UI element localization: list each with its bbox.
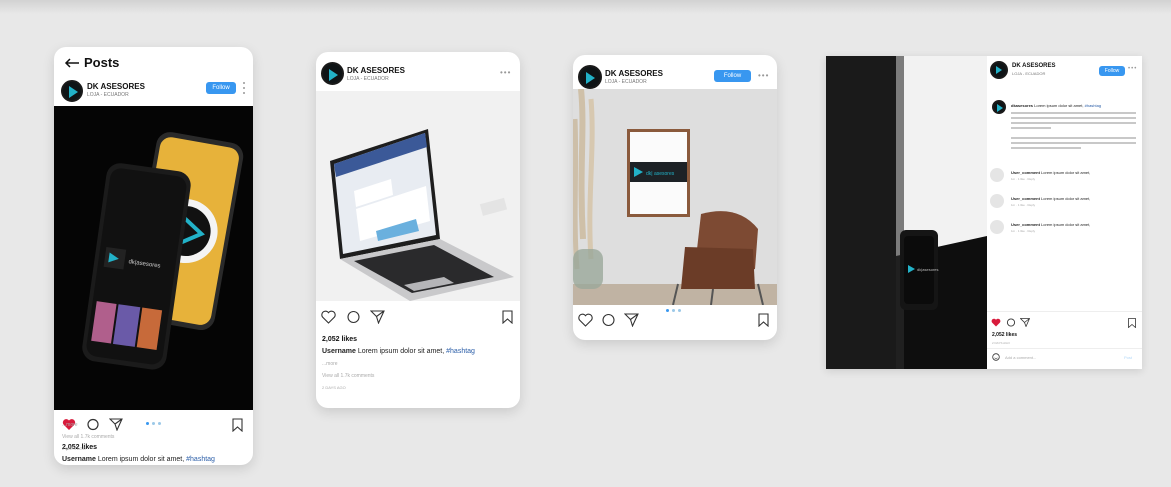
share-icon[interactable] bbox=[1020, 318, 1030, 327]
avatar[interactable] bbox=[61, 80, 83, 102]
svg-text:dk|asesores: dk|asesores bbox=[917, 267, 939, 272]
more-options-icon[interactable]: ••• bbox=[758, 71, 769, 80]
post-card-desktop: dk|asesores DK ASESORES LOJA - ECUADOR F… bbox=[826, 56, 1142, 369]
post-card-phone: Posts DK ASESORES LOJA - ECUADOR Follow … bbox=[54, 47, 253, 465]
view-comments-link[interactable]: View all 1.7k comments bbox=[322, 373, 374, 379]
comment-text: Lorem ipsum dolor sit amet, bbox=[1041, 170, 1091, 175]
share-icon[interactable] bbox=[624, 313, 639, 327]
post-card-frame: DK ASESORES LOJA - ECUADOR Follow ••• dk… bbox=[573, 55, 777, 340]
commenter-avatar[interactable] bbox=[990, 194, 1004, 208]
bookmark-icon[interactable] bbox=[232, 418, 243, 432]
likes-count[interactable]: 2,052 likes bbox=[992, 332, 1017, 338]
share-icon[interactable] bbox=[109, 418, 123, 431]
emoji-icon[interactable] bbox=[992, 353, 1000, 361]
heart-icon[interactable] bbox=[991, 318, 1001, 327]
avatar[interactable] bbox=[578, 65, 602, 89]
caption-line: dkasesores Lorem ipsum dolor sit amet, #… bbox=[1011, 103, 1101, 108]
comment-meta[interactable]: 1m · 1 like · Reply bbox=[1011, 177, 1035, 181]
account-name[interactable]: DK ASESORES bbox=[1012, 63, 1055, 69]
more-options-icon[interactable] bbox=[243, 82, 246, 96]
frame-logo-text: dk| asesores bbox=[646, 171, 675, 177]
caption-text: Lorem ipsum dolor sit amet, bbox=[1034, 103, 1084, 108]
comment-text: Lorem ipsum dolor sit amet, bbox=[1041, 196, 1091, 201]
carousel-indicator bbox=[666, 309, 681, 312]
post-card-laptop: DK ASESORES LOJA - ECUADOR ••• 2,052 lik… bbox=[316, 52, 520, 408]
post-comment-button[interactable]: Post bbox=[1124, 355, 1132, 360]
comment-meta[interactable]: 1m · 1 like · Reply bbox=[1011, 203, 1035, 207]
comment-icon[interactable] bbox=[1006, 318, 1016, 327]
caption-username[interactable]: Username bbox=[322, 348, 356, 355]
likes-count[interactable]: 2,052 likes bbox=[322, 336, 357, 343]
caption-body bbox=[1011, 112, 1136, 149]
post-image-phones: dk|asesores bbox=[54, 106, 253, 410]
post-caption: Username Lorem ipsum dolor sit amet, #ha… bbox=[62, 456, 215, 463]
comment-icon[interactable] bbox=[346, 310, 361, 324]
more-options-icon[interactable]: ••• bbox=[1128, 66, 1137, 72]
comment-icon[interactable] bbox=[601, 313, 616, 327]
post-image-laptop bbox=[316, 91, 520, 301]
heart-icon[interactable] bbox=[578, 313, 593, 327]
caption-text: Lorem ipsum dolor sit amet, bbox=[97, 456, 185, 463]
post-image-phone-dark: dk|asesores bbox=[826, 56, 987, 369]
follow-button[interactable]: Follow bbox=[206, 82, 236, 94]
caption-username[interactable]: dkasesores bbox=[1011, 103, 1033, 108]
share-icon[interactable] bbox=[370, 310, 385, 324]
account-name[interactable]: DK ASESORES bbox=[87, 82, 145, 91]
comment-username[interactable]: User_comment bbox=[1011, 222, 1040, 227]
avatar[interactable] bbox=[990, 61, 1008, 79]
caption-hashtag[interactable]: #hashtag bbox=[1085, 103, 1101, 108]
background-top bbox=[0, 0, 1171, 14]
caption-more-link[interactable]: ...more bbox=[62, 422, 78, 428]
bookmark-icon[interactable] bbox=[1128, 318, 1136, 328]
bookmark-icon[interactable] bbox=[502, 310, 513, 324]
account-name[interactable]: DK ASESORES bbox=[347, 66, 405, 75]
caption-avatar[interactable] bbox=[992, 100, 1006, 114]
more-options-icon[interactable]: ••• bbox=[500, 68, 511, 77]
follow-button[interactable]: Follow bbox=[1099, 66, 1125, 76]
caption-text: Lorem ipsum dolor sit amet, bbox=[357, 348, 445, 355]
page-title: Posts bbox=[84, 55, 120, 70]
account-location: LOJA - ECUADOR bbox=[347, 76, 389, 82]
post-caption: Username Lorem ipsum dolor sit amet, #ha… bbox=[322, 348, 475, 355]
post-image-frame-chair: dk| asesores bbox=[573, 89, 777, 305]
comment-text: Lorem ipsum dolor sit amet, bbox=[1041, 222, 1091, 227]
commenter-avatar[interactable] bbox=[990, 168, 1004, 182]
bookmark-icon[interactable] bbox=[758, 313, 769, 327]
back-arrow-icon[interactable] bbox=[64, 58, 80, 68]
heart-icon[interactable] bbox=[321, 310, 336, 324]
caption-username[interactable]: Username bbox=[62, 456, 96, 463]
comment-username[interactable]: User_comment bbox=[1011, 196, 1040, 201]
comment-username[interactable]: User_comment bbox=[1011, 170, 1040, 175]
post-timestamp: 2 DAYS AGO bbox=[992, 341, 1010, 345]
follow-button[interactable]: Follow bbox=[714, 70, 751, 82]
caption-hashtag[interactable]: #hashtag bbox=[446, 348, 475, 355]
comment-meta[interactable]: 1m · 1 like · Reply bbox=[1011, 229, 1035, 233]
account-location: LOJA - ECUADOR bbox=[605, 79, 647, 85]
account-name[interactable]: DK ASESORES bbox=[605, 69, 663, 78]
comment-icon[interactable] bbox=[86, 418, 100, 431]
view-comments-link[interactable]: View all 1.7k comments bbox=[62, 434, 114, 440]
add-comment-input[interactable]: Add a comment... bbox=[1005, 355, 1036, 360]
account-location: LOJA - ECUADOR bbox=[1012, 71, 1046, 76]
avatar[interactable] bbox=[321, 62, 344, 85]
carousel-indicator bbox=[146, 422, 161, 425]
caption-more-link[interactable]: ...more bbox=[322, 361, 338, 367]
account-location: LOJA - ECUADOR bbox=[87, 92, 129, 98]
caption-hashtag[interactable]: #hashtag bbox=[186, 456, 215, 463]
post-timestamp: 2 DAYS AGO bbox=[62, 446, 86, 451]
divider bbox=[987, 311, 1142, 312]
post-timestamp: 2 DAYS AGO bbox=[322, 385, 346, 390]
divider bbox=[987, 348, 1142, 349]
commenter-avatar[interactable] bbox=[990, 220, 1004, 234]
